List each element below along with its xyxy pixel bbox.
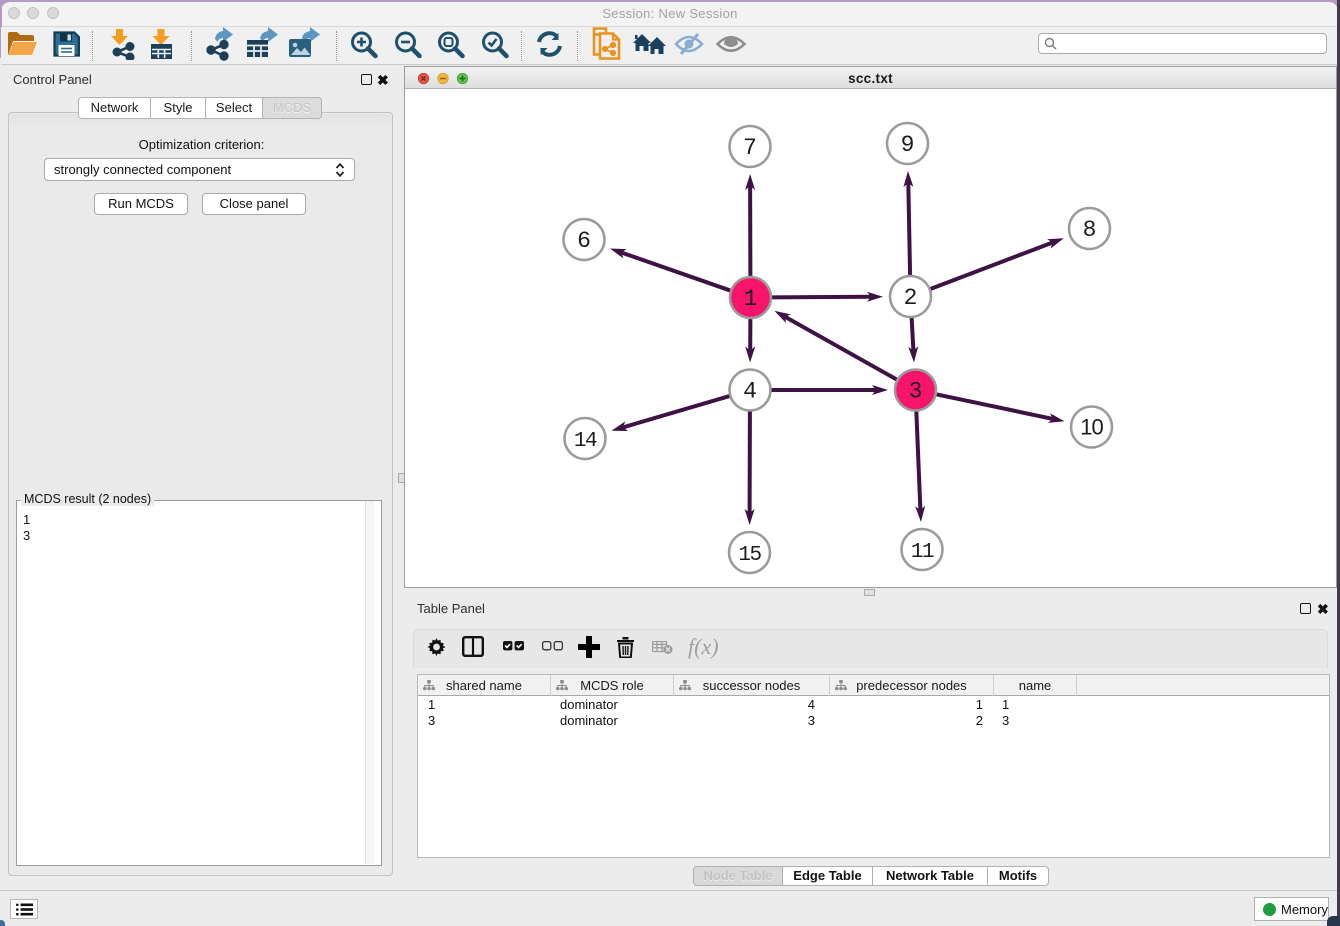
svg-text:4: 4	[743, 379, 757, 405]
svg-text:15: 15	[738, 544, 761, 567]
svg-text:6: 6	[577, 228, 591, 254]
svg-text:3: 3	[909, 379, 923, 405]
svg-text:7: 7	[743, 135, 757, 161]
svg-text:2: 2	[904, 285, 918, 311]
svg-text:1: 1	[744, 286, 758, 312]
svg-text:10: 10	[1080, 415, 1103, 440]
svg-text:14: 14	[574, 430, 597, 453]
svg-text:9: 9	[901, 132, 915, 158]
svg-text:11: 11	[911, 541, 934, 564]
svg-text:8: 8	[1083, 217, 1097, 243]
